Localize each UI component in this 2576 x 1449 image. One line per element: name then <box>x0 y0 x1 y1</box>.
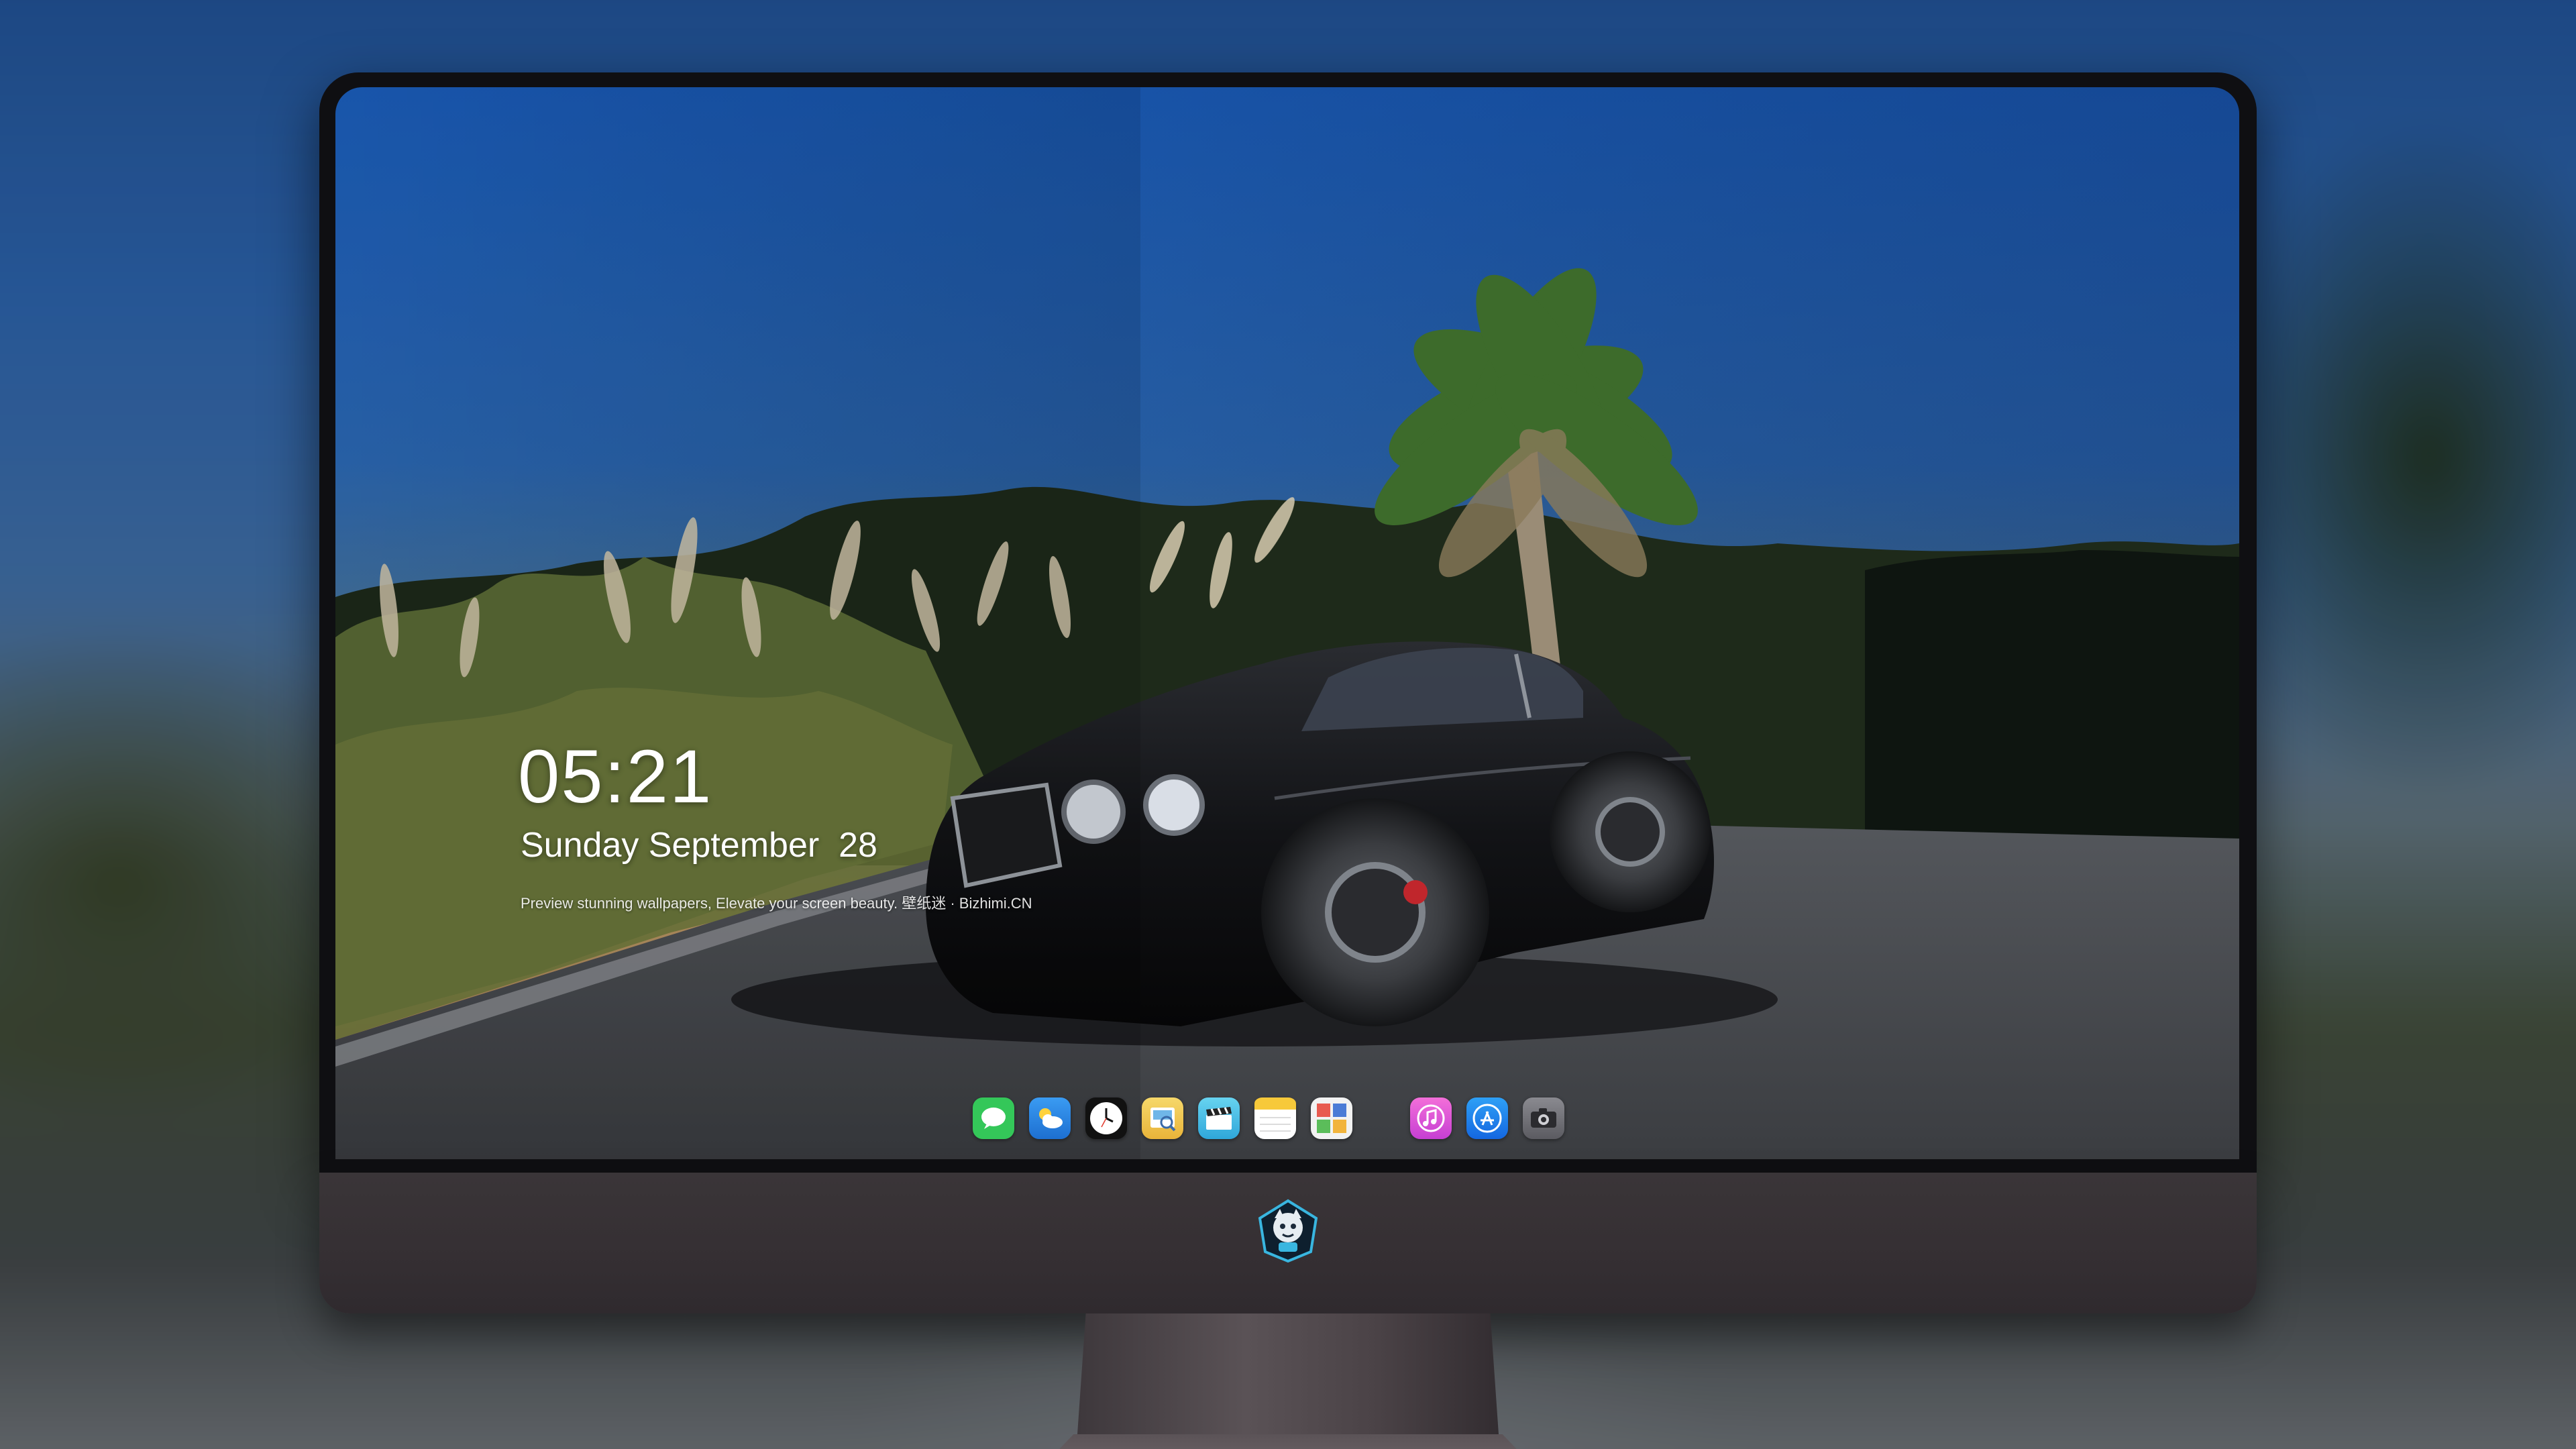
camera-icon <box>1531 1108 1556 1128</box>
wallpaper-car-scene <box>335 87 2239 1159</box>
clapperboard-icon <box>1206 1107 1232 1130</box>
app-store-icon <box>1472 1104 1502 1133</box>
dock-item-camera[interactable] <box>1523 1097 1564 1139</box>
lockscreen-tagline: Preview stunning wallpapers, Elevate you… <box>521 895 1032 912</box>
dock-item-app-store[interactable] <box>1466 1097 1508 1139</box>
monitor: 05:21 Sunday September 28 Preview stunni… <box>319 72 2257 1449</box>
dock-item-weather[interactable] <box>1029 1097 1071 1139</box>
photo-booth-icon <box>1317 1104 1346 1133</box>
music-note-icon <box>1417 1104 1445 1132</box>
dock-item-clips[interactable] <box>1198 1097 1240 1139</box>
dock-item-itunes[interactable] <box>1410 1097 1452 1139</box>
screen: 05:21 Sunday September 28 Preview stunni… <box>335 87 2239 1159</box>
notes-icon <box>1254 1097 1296 1132</box>
dock-item-messages[interactable] <box>973 1097 1014 1139</box>
messages-icon <box>981 1108 1006 1129</box>
dock-item-preview[interactable] <box>1142 1097 1183 1139</box>
clock-icon <box>1090 1102 1122 1134</box>
dock-item-clock[interactable] <box>1085 1097 1127 1139</box>
dock-item-notes[interactable] <box>1254 1097 1296 1139</box>
monitor-stand-base <box>990 1434 1586 1449</box>
dock-item-photo-booth[interactable] <box>1311 1097 1352 1139</box>
preview-icon <box>1150 1108 1176 1132</box>
lockscreen-date: Sunday September 28 <box>521 826 877 865</box>
lockscreen-clock: 05:21 <box>518 735 713 818</box>
weather-icon <box>1039 1108 1063 1128</box>
dock <box>973 1088 1579 1148</box>
monitor-stand-neck <box>1077 1313 1499 1434</box>
robot-mascot-logo-icon <box>1256 1198 1320 1263</box>
